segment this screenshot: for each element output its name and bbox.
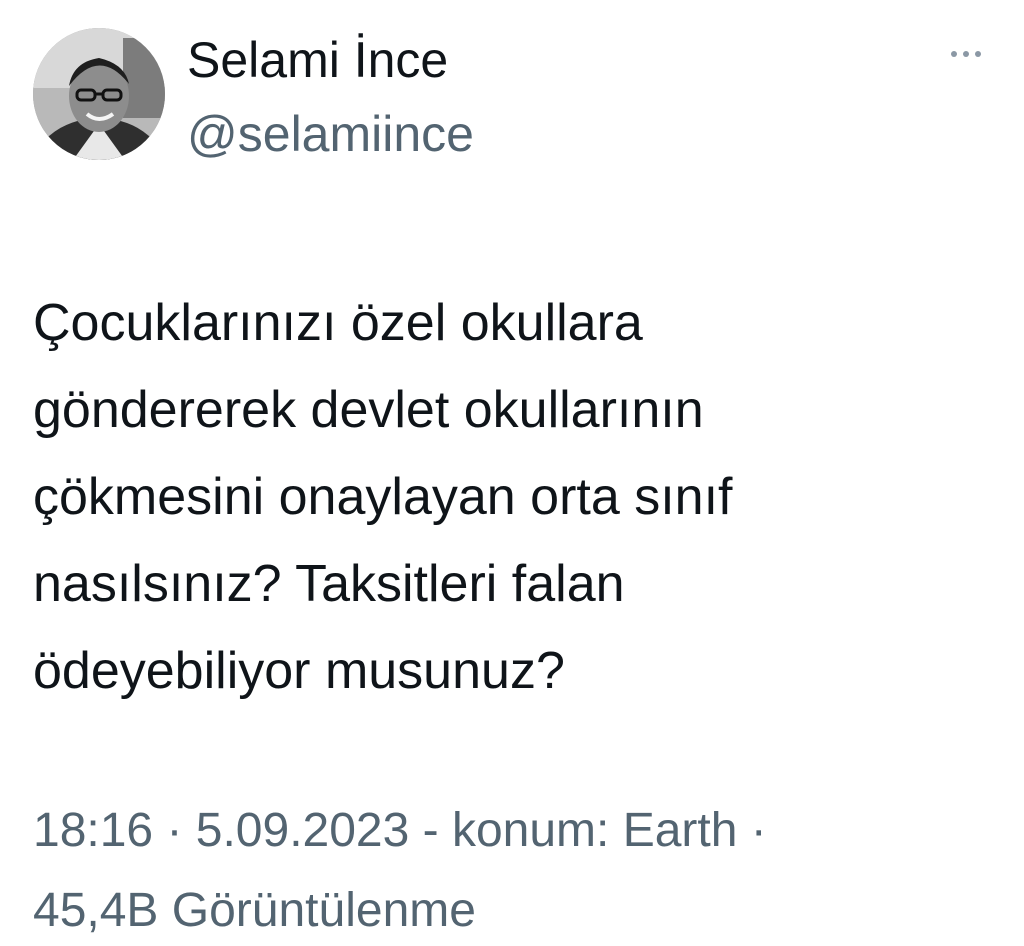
previous-content-cutoff: [0, 0, 1024, 6]
more-horizontal-icon: [951, 51, 957, 57]
tweet-view-count: 45,4B Görüntülenme: [33, 884, 476, 937]
more-options-button[interactable]: [940, 38, 992, 70]
tweet-text: Çocuklarınızı özel okullara göndererek d…: [33, 294, 733, 700]
more-horizontal-icon-dot: [975, 51, 981, 57]
avatar-photo: [33, 28, 165, 160]
author-display-name[interactable]: Selami İnce: [187, 30, 448, 90]
more-horizontal-icon-dot: [963, 51, 969, 57]
author-avatar[interactable]: [33, 28, 165, 160]
tweet-metadata: 18:16 · 5.09.2023 - konum: Earth ·: [33, 804, 767, 857]
author-handle[interactable]: @selamiince: [187, 104, 474, 164]
